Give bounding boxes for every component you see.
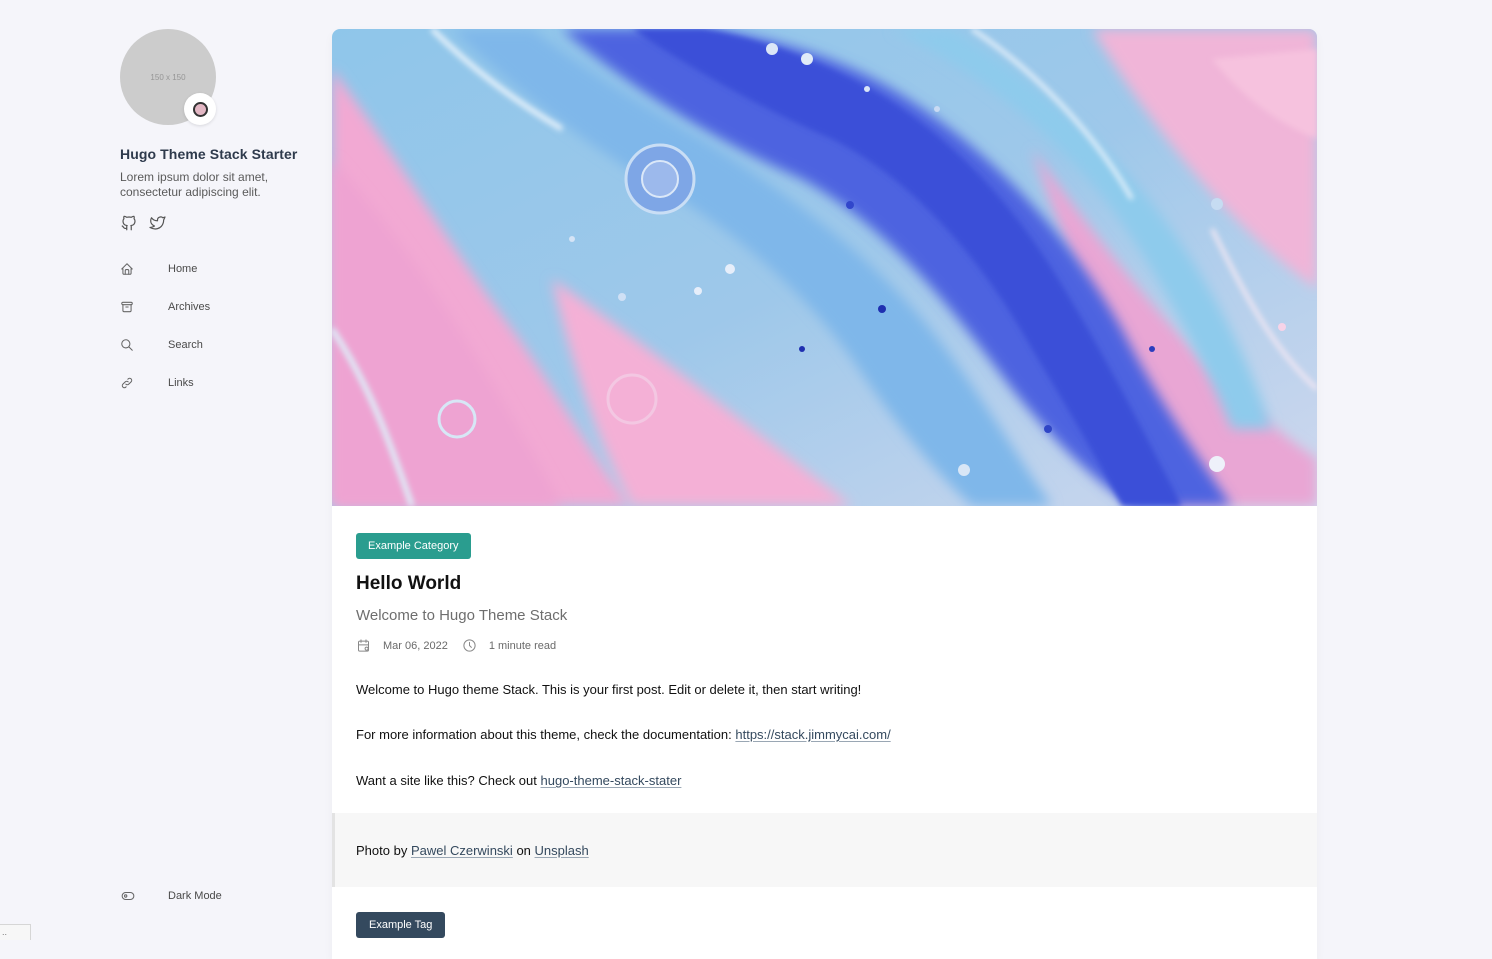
tag-badge[interactable]: Example Tag [356,912,446,938]
paragraph-starter-text: Want a site like this? Check out [356,773,541,788]
link-icon [120,376,168,390]
reading-time: 1 minute read [488,639,557,652]
sidebar: 150 x 150 Hugo Theme Stack Starter Lorem… [120,29,320,929]
clock-icon [462,638,477,653]
category-badge[interactable]: Example Category [356,533,471,559]
avatar-placeholder-text: 150 x 150 [150,72,186,82]
menu-item-links[interactable]: Links [120,364,320,402]
docs-link[interactable]: https://stack.jimmycai.com/ [735,727,890,742]
menu-item-label: Links [168,377,194,389]
site-name[interactable]: Hugo Theme Stack Starter [120,146,320,162]
menu-item-label: Search [168,339,203,351]
menu-item-search[interactable]: Search [120,326,320,364]
paragraph-welcome: Welcome to Hugo theme Stack. This is you… [356,682,862,697]
photo-credit: Photo by Pawel Czerwinski on Unsplash [332,813,1317,887]
search-icon [120,338,168,352]
starter-repo-link[interactable]: hugo-theme-stack-stater [541,773,682,788]
article-meta: Mar 06, 2022 1 minute read [356,638,1293,653]
dark-mode-label: Dark Mode [168,890,222,902]
home-icon [120,262,168,276]
article-body: Example Category Hello World Welcome to … [332,506,1317,788]
status-corner-mark: .. [0,924,31,940]
dark-mode-toggle[interactable]: Dark Mode [120,884,222,908]
article-card: Example Category Hello World Welcome to … [332,29,1317,959]
paragraph-docs-text: For more information about this theme, c… [356,727,736,742]
paragraph-starter: Want a site like this? Check out hugo-th… [356,773,1293,788]
toggle-icon [120,889,168,903]
credit-prefix: Photo by [356,842,408,858]
main-menu: Home Archives Search Links [120,250,320,402]
avatar-wrapper: 150 x 150 [120,29,216,125]
credit-middle: on [516,842,531,858]
menu-item-archives[interactable]: Archives [120,288,320,326]
hero-image[interactable] [332,29,1317,506]
menu-item-label: Home [168,263,198,275]
social-links [120,214,320,232]
publish-date: Mar 06, 2022 [383,639,448,652]
site-description: Lorem ipsum dolor sit amet, consectetur … [120,170,269,199]
credit-author-link[interactable]: Pawel Czerwinski [411,843,513,858]
article-tags: Example Tag [332,887,1317,938]
menu-item-label: Archives [168,301,211,313]
twitter-icon[interactable] [148,214,167,232]
credit-site-link[interactable]: Unsplash [535,843,589,858]
archive-icon [120,300,168,314]
menu-item-home[interactable]: Home [120,250,320,288]
github-icon[interactable] [120,214,138,232]
article-title[interactable]: Hello World [356,573,1293,595]
article-subtitle: Welcome to Hugo Theme Stack [356,607,568,624]
avatar-emoji-badge [184,93,216,125]
paragraph-docs: For more information about this theme, c… [356,727,1293,742]
calendar-icon [356,638,371,653]
article-content: Welcome to Hugo theme Stack. This is you… [356,682,1293,788]
